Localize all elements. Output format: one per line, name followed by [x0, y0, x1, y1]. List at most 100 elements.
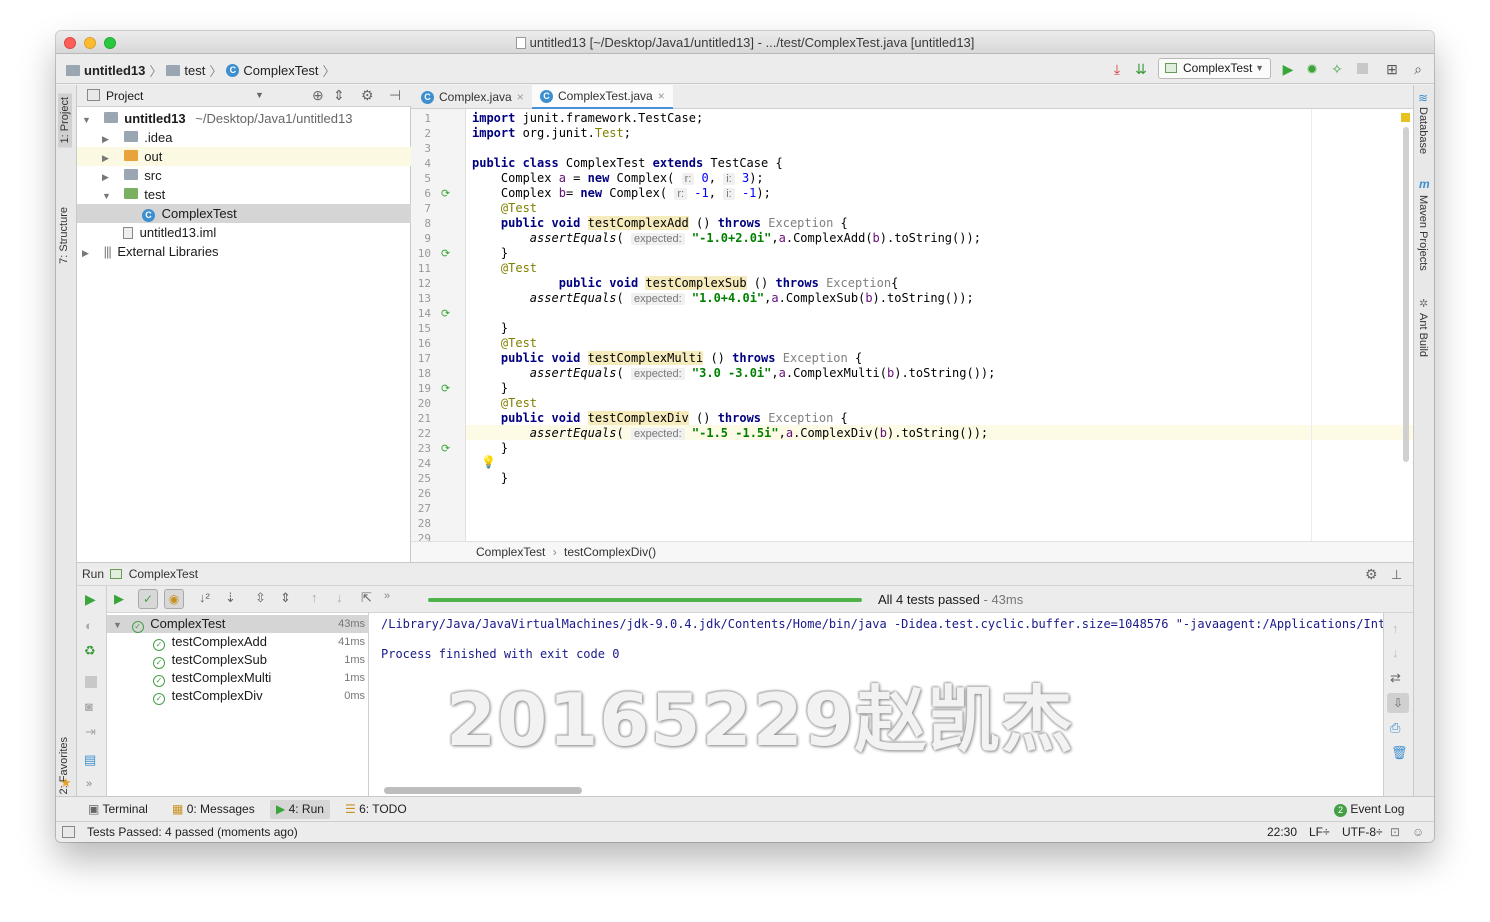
tree-item-complextest[interactable]: C ComplexTest: [77, 204, 411, 223]
folder-icon: [123, 150, 138, 161]
print-icon[interactable]: ⎙: [1390, 720, 1400, 736]
test-row[interactable]: ✓ testComplexDiv 0ms: [107, 687, 369, 705]
run-test-gutter-icon[interactable]: ⟳: [441, 247, 450, 260]
tab-maven[interactable]: Maven Projects: [1417, 195, 1429, 271]
inspector-icon[interactable]: ☺: [1412, 822, 1424, 842]
line-separator[interactable]: LF÷: [1309, 822, 1330, 842]
show-ignored-toggle[interactable]: ◉: [164, 589, 184, 609]
test-row[interactable]: ▼ ✓ ComplexTest 43ms: [107, 615, 369, 633]
tab-project[interactable]: 1: Project: [58, 93, 72, 148]
code-editor[interactable]: 1 2 3 4 5 6 7 8 9 10 11 12 13 14 15 16 1…: [411, 109, 1413, 541]
hide-panel-icon[interactable]: ⊥: [1391, 563, 1402, 586]
gear-icon[interactable]: ⚙: [1365, 563, 1378, 586]
layout-icon[interactable]: ▤: [84, 752, 96, 768]
run-test-gutter-icon[interactable]: ⟳: [441, 442, 450, 455]
rerun-icon[interactable]: ▶: [85, 591, 96, 608]
tree-item-test[interactable]: ▼ test: [77, 185, 411, 204]
console-line: /Library/Java/JavaVirtualMachines/jdk-9.…: [381, 617, 1383, 631]
tab-database[interactable]: Database: [1417, 107, 1429, 154]
show-passed-toggle[interactable]: ✓: [138, 589, 158, 609]
toggle-auto-test-icon[interactable]: ♻: [84, 643, 96, 659]
stop-icon[interactable]: [1353, 60, 1371, 78]
tab-terminal[interactable]: ▣ Terminal: [82, 800, 154, 819]
tab-ant-build[interactable]: Ant Build: [1417, 313, 1429, 357]
tab-complex-java[interactable]: C Complex.java ×: [413, 85, 532, 109]
arrow-down-icon[interactable]: ↓: [1392, 645, 1399, 660]
export-icon[interactable]: ⇱: [361, 590, 372, 606]
close-icon[interactable]: ×: [658, 84, 665, 108]
tree-item-idea[interactable]: ▶ .idea: [77, 128, 411, 147]
iml-file-icon: [123, 227, 133, 239]
rerun-failed-icon[interactable]: ◐: [85, 618, 93, 633]
scroll-to-end-icon[interactable]: ⇩: [1387, 693, 1409, 713]
update-project-icon[interactable]: ⤓: [1108, 60, 1126, 78]
run-configuration-select[interactable]: ComplexTest ▼: [1158, 58, 1271, 79]
tab-todo[interactable]: ☰ 6: TODO: [339, 800, 413, 819]
chevron-down-icon[interactable]: ▼: [255, 90, 264, 100]
project-structure-icon[interactable]: ⊞: [1383, 60, 1401, 78]
coverage-icon[interactable]: ✧: [1328, 60, 1346, 78]
more-icon[interactable]: »: [384, 590, 390, 602]
debug-icon[interactable]: ✹: [1303, 60, 1321, 78]
scroll-from-source-icon[interactable]: ⊕: [312, 87, 324, 104]
test-row[interactable]: ✓ testComplexSub 1ms: [107, 651, 369, 669]
tree-item-out[interactable]: ▶ out: [77, 147, 411, 166]
tree-item-iml[interactable]: untitled13.iml: [77, 223, 411, 242]
stop-icon[interactable]: [85, 676, 97, 688]
tree-item-src[interactable]: ▶ src: [77, 166, 411, 185]
tab-structure[interactable]: 7: Structure: [58, 207, 70, 264]
hide-panel-icon[interactable]: ⊣: [389, 87, 401, 104]
run-icon[interactable]: ▶: [114, 591, 124, 607]
soft-wrap-icon[interactable]: ⇄: [1390, 670, 1401, 686]
tab-complextest-java[interactable]: C ComplexTest.java ×: [532, 85, 673, 109]
expand-all-icon[interactable]: ⇳: [255, 590, 266, 606]
run-icon[interactable]: ▶: [1279, 60, 1297, 78]
watermark: 20165229赵凯杰: [446, 678, 1074, 762]
collapse-all-icon[interactable]: ⇕: [333, 87, 345, 104]
sort-duration-icon[interactable]: ⇣: [225, 590, 236, 606]
library-icon: |||: [103, 244, 112, 259]
event-count-badge: 2: [1334, 804, 1347, 817]
editor-scrollbar[interactable]: [1403, 127, 1409, 462]
event-log-button[interactable]: 2 Event Log: [1328, 800, 1410, 819]
project-view-select[interactable]: Project: [106, 89, 143, 103]
test-row[interactable]: ✓ testComplexAdd 41ms: [107, 633, 369, 651]
caret-position[interactable]: 22:30: [1267, 822, 1297, 842]
tab-messages[interactable]: ▦ 0: Messages: [166, 800, 261, 819]
crumb-class[interactable]: ComplexTest: [243, 63, 318, 78]
search-icon[interactable]: ⌕: [1409, 60, 1427, 78]
lock-icon[interactable]: ⊡: [1390, 822, 1400, 842]
tree-item-root[interactable]: ▼ untitled13 ~/Desktop/Java1/untitled13: [77, 109, 411, 128]
passed-icon: ✓: [153, 675, 165, 687]
arrow-down-icon[interactable]: ↓: [336, 590, 343, 605]
run-test-gutter-icon[interactable]: ⟳: [441, 382, 450, 395]
sort-alpha-icon[interactable]: ↓²: [199, 590, 210, 605]
test-row[interactable]: ✓ testComplexMulti 1ms: [107, 669, 369, 687]
crumb-test[interactable]: test: [184, 63, 205, 78]
run-test-gutter-icon[interactable]: ⟳: [441, 307, 450, 320]
code-line: import junit.framework.TestCase;: [472, 111, 704, 125]
file-encoding[interactable]: UTF-8÷: [1342, 822, 1383, 842]
arrow-up-icon[interactable]: ↑: [311, 590, 318, 605]
more-icon[interactable]: »: [86, 778, 92, 790]
lightbulb-icon[interactable]: 💡: [481, 455, 496, 469]
crumb-project[interactable]: untitled13: [84, 63, 145, 78]
gear-icon[interactable]: ⚙: [361, 87, 374, 104]
trash-icon[interactable]: 🗑: [1391, 745, 1408, 761]
toggle-tool-windows-icon[interactable]: [62, 826, 75, 838]
camera-icon[interactable]: ◙: [85, 699, 93, 714]
arrow-up-icon[interactable]: ↑: [1392, 621, 1399, 636]
tab-run[interactable]: ▶ 4: Run: [270, 800, 330, 819]
exit-icon[interactable]: ⇥: [85, 724, 96, 740]
class-icon: C: [226, 64, 240, 77]
chevron-right-icon: 〉: [322, 64, 336, 79]
crumb-class[interactable]: ComplexTest: [476, 545, 545, 559]
vcs-commit-icon[interactable]: ⇊: [1132, 60, 1150, 78]
console-horizontal-scrollbar[interactable]: [384, 787, 582, 794]
crumb-method[interactable]: testComplexDiv(): [564, 545, 656, 559]
status-message[interactable]: Tests Passed: 4 passed (moments ago): [87, 822, 298, 842]
close-icon[interactable]: ×: [517, 85, 524, 109]
run-test-gutter-icon[interactable]: ⟳: [441, 187, 450, 200]
collapse-all-icon[interactable]: ⇕: [280, 590, 291, 606]
tree-item-external-libraries[interactable]: ▶ ||| External Libraries: [77, 242, 411, 261]
